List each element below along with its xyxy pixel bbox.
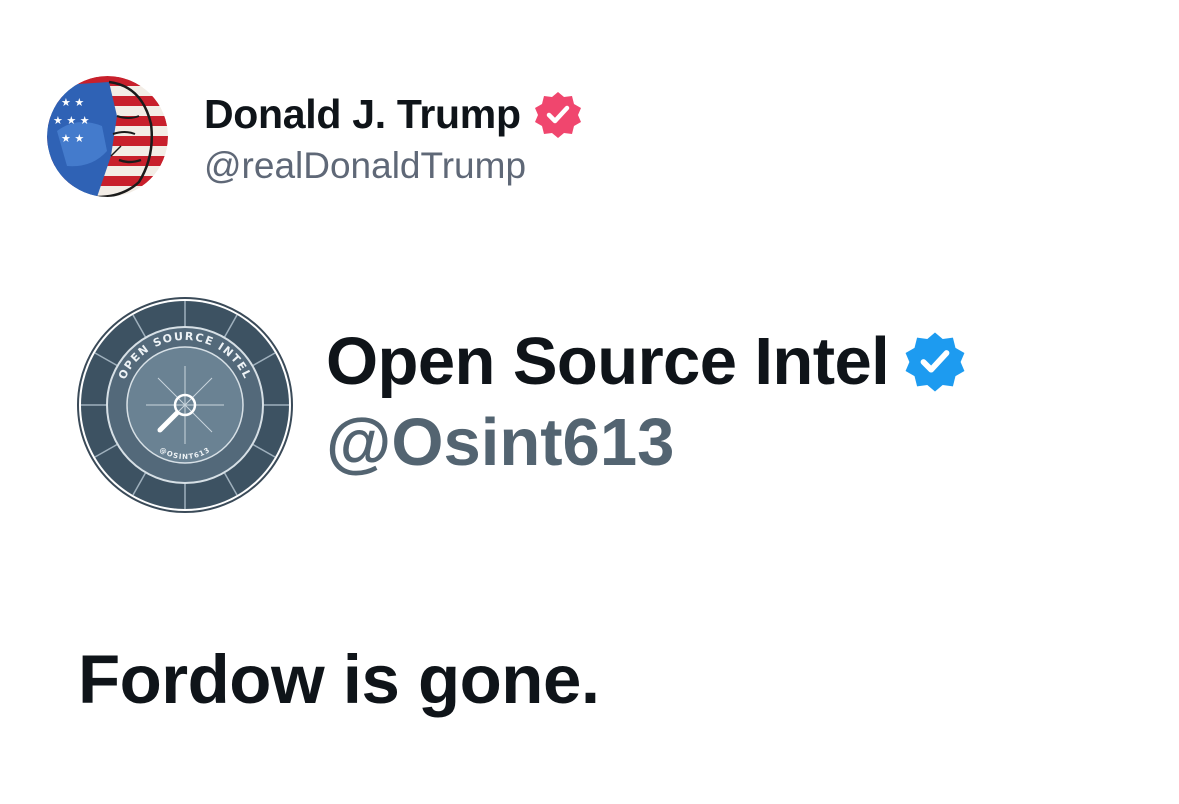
quoted-author-info: Open Source Intel @Osint613 — [326, 323, 967, 481]
quoted-account-name[interactable]: Open Source Intel — [326, 323, 890, 400]
post-header: ★ ★ ★ ★ ★ ★ ★ Donald J. Trump @realDonal… — [47, 76, 583, 197]
verified-badge-icon[interactable] — [903, 330, 967, 394]
svg-text:★ ★: ★ ★ — [61, 132, 84, 145]
author-name[interactable]: Donald J. Trump — [204, 91, 521, 138]
author-name-row: Donald J. Trump — [204, 87, 583, 143]
quoted-name-row: Open Source Intel — [326, 323, 967, 400]
osint-emblem-icon: OPEN SOURCE INTEL @OSINT613 — [77, 297, 293, 513]
quoted-account-handle[interactable]: @Osint613 — [326, 404, 967, 481]
flag-portrait-icon: ★ ★ ★ ★ ★ ★ ★ — [47, 76, 168, 197]
verified-badge-icon[interactable] — [533, 90, 583, 140]
svg-text:★ ★ ★: ★ ★ ★ — [53, 114, 90, 127]
author-handle[interactable]: @realDonaldTrump — [204, 145, 583, 187]
author-avatar[interactable]: ★ ★ ★ ★ ★ ★ ★ — [47, 76, 168, 197]
author-info: Donald J. Trump @realDonaldTrump — [204, 87, 583, 187]
svg-text:★ ★: ★ ★ — [61, 96, 84, 109]
osint-logo[interactable]: OPEN SOURCE INTEL @OSINT613 — [76, 296, 294, 514]
quoted-post-text: Fordow is gone. — [78, 641, 600, 718]
quoted-post-header: OPEN SOURCE INTEL @OSINT613 Open Source … — [76, 296, 967, 514]
